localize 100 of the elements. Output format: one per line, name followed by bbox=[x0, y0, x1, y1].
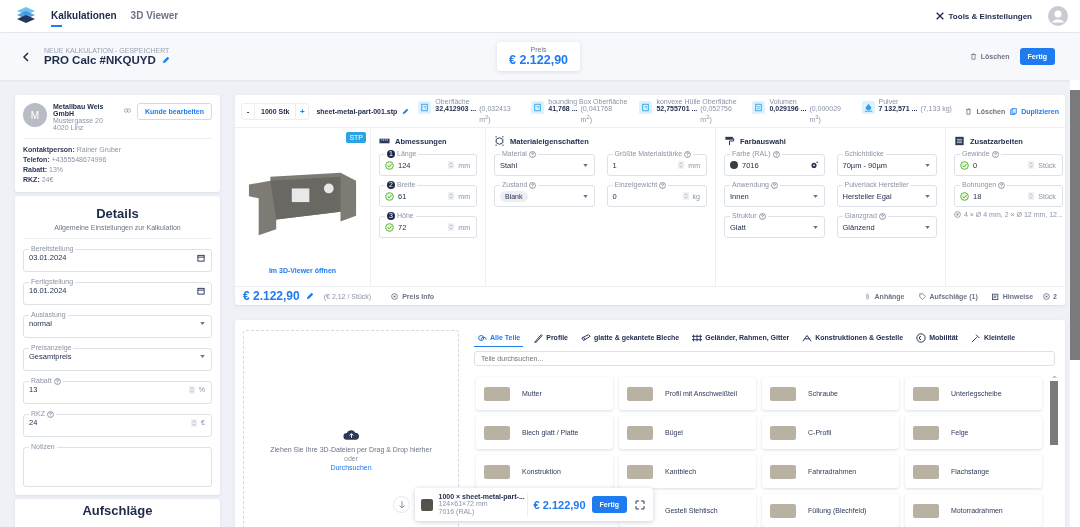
nav-tab[interactable]: Kalkulationen bbox=[51, 5, 117, 27]
help-icon[interactable] bbox=[528, 150, 536, 158]
category-icon bbox=[533, 332, 544, 343]
spinner-icon[interactable] bbox=[1028, 161, 1035, 169]
help-icon[interactable] bbox=[684, 150, 692, 158]
tag-icon bbox=[918, 292, 926, 300]
copy-icon bbox=[1010, 107, 1018, 115]
spinner-icon[interactable] bbox=[448, 161, 455, 169]
back-icon[interactable] bbox=[22, 51, 30, 62]
scroll-up-icon[interactable] bbox=[1051, 375, 1057, 379]
avatar-icon[interactable] bbox=[1048, 6, 1068, 26]
paperclip-icon bbox=[863, 292, 871, 300]
grid-scrollbar[interactable] bbox=[1050, 381, 1058, 445]
help-icon[interactable] bbox=[991, 150, 999, 158]
category-icon bbox=[970, 332, 981, 343]
trash-icon bbox=[965, 107, 973, 115]
scroll-down-button[interactable] bbox=[393, 496, 410, 513]
part-thumbnail bbox=[913, 425, 939, 440]
edit-icon[interactable] bbox=[402, 107, 410, 115]
spinner-icon[interactable] bbox=[191, 418, 198, 427]
caret-icon[interactable] bbox=[925, 194, 930, 198]
checklist-icon bbox=[954, 136, 965, 146]
caret-icon[interactable] bbox=[925, 225, 930, 229]
help-icon[interactable] bbox=[53, 377, 61, 385]
spinner-icon[interactable] bbox=[678, 161, 685, 169]
powder-icon bbox=[861, 100, 875, 114]
part-thumbnail bbox=[484, 386, 510, 401]
note-icon bbox=[991, 292, 999, 300]
part-thumbnail bbox=[627, 425, 653, 440]
calculation-title: PRO Calc #NKQUYD bbox=[44, 54, 156, 66]
part-thumbnail bbox=[913, 386, 939, 401]
logo-icon bbox=[15, 7, 37, 25]
expand-icon[interactable] bbox=[635, 499, 645, 510]
part-thumbnail bbox=[421, 498, 433, 511]
measure-icon bbox=[752, 100, 766, 114]
page-scrollbar[interactable] bbox=[1070, 90, 1080, 360]
decrease-button[interactable]: - bbox=[242, 106, 254, 116]
arrow-down-icon bbox=[397, 500, 406, 509]
help-icon[interactable] bbox=[771, 181, 778, 189]
caret-icon[interactable] bbox=[582, 163, 588, 167]
part-thumbnail bbox=[770, 425, 796, 440]
help-icon[interactable] bbox=[659, 181, 667, 189]
measure-icon bbox=[531, 100, 545, 114]
summary-price: € 2.122,90 bbox=[533, 498, 586, 511]
measure-icon bbox=[639, 100, 653, 114]
cloud-upload-icon bbox=[342, 429, 360, 441]
check-icon bbox=[960, 191, 969, 201]
caret-icon[interactable] bbox=[200, 322, 205, 325]
part-price: € 2.122,90 bbox=[243, 289, 300, 303]
cube-icon bbox=[494, 136, 505, 146]
tools-button[interactable]: Tools & Einstellungen bbox=[934, 11, 1032, 21]
caret-icon[interactable] bbox=[812, 194, 818, 198]
part-thumbnail bbox=[770, 386, 796, 401]
spinner-icon[interactable] bbox=[1028, 192, 1035, 200]
link-icon[interactable] bbox=[123, 106, 131, 114]
category-icon bbox=[581, 332, 591, 343]
customer-avatar: M bbox=[23, 103, 47, 127]
increase-button[interactable]: + bbox=[296, 106, 309, 116]
help-icon[interactable] bbox=[529, 181, 537, 189]
calendar-icon[interactable] bbox=[197, 253, 205, 262]
caret-icon[interactable] bbox=[812, 225, 818, 229]
part-thumbnail bbox=[484, 464, 510, 479]
surcharges-title: Aufschläge bbox=[81, 503, 154, 518]
spinner-icon[interactable] bbox=[188, 385, 195, 394]
spinner-icon[interactable] bbox=[448, 223, 455, 231]
category-icon bbox=[802, 332, 813, 343]
caret-icon[interactable] bbox=[925, 163, 930, 167]
palette-icon[interactable] bbox=[809, 161, 818, 169]
paint-roller-icon bbox=[724, 136, 735, 146]
check-icon bbox=[385, 160, 394, 170]
help-icon[interactable] bbox=[878, 212, 886, 220]
part-thumbnail bbox=[770, 503, 796, 518]
spinner-icon[interactable] bbox=[448, 192, 455, 200]
part-thumbnail bbox=[627, 386, 653, 401]
details-title: Details bbox=[95, 206, 140, 221]
info-icon bbox=[1043, 292, 1051, 300]
part-thumbnail bbox=[484, 425, 510, 440]
help-icon[interactable] bbox=[47, 410, 54, 418]
measure-icon bbox=[418, 100, 432, 114]
ruler-icon bbox=[379, 136, 390, 146]
check-icon bbox=[385, 222, 394, 232]
help-icon[interactable] bbox=[772, 150, 780, 158]
help-icon[interactable] bbox=[758, 212, 766, 220]
edit-icon[interactable] bbox=[161, 56, 170, 64]
drill-icon bbox=[954, 211, 961, 218]
calendar-icon[interactable] bbox=[197, 286, 205, 295]
category-icon bbox=[692, 332, 703, 343]
total-price: € 2.122,90 bbox=[508, 53, 569, 67]
info-icon bbox=[391, 292, 399, 300]
caret-icon[interactable] bbox=[200, 355, 205, 358]
caret-icon[interactable] bbox=[582, 194, 588, 198]
nav-tab[interactable]: 3D Viewer bbox=[130, 5, 179, 27]
part-thumbnail bbox=[913, 464, 939, 479]
help-icon[interactable] bbox=[998, 181, 1006, 189]
check-icon bbox=[385, 191, 394, 201]
edit-icon[interactable] bbox=[305, 292, 314, 300]
part-thumbnail bbox=[913, 503, 939, 518]
category-icon bbox=[477, 332, 487, 343]
spinner-icon[interactable] bbox=[682, 192, 689, 200]
check-icon bbox=[960, 160, 969, 170]
